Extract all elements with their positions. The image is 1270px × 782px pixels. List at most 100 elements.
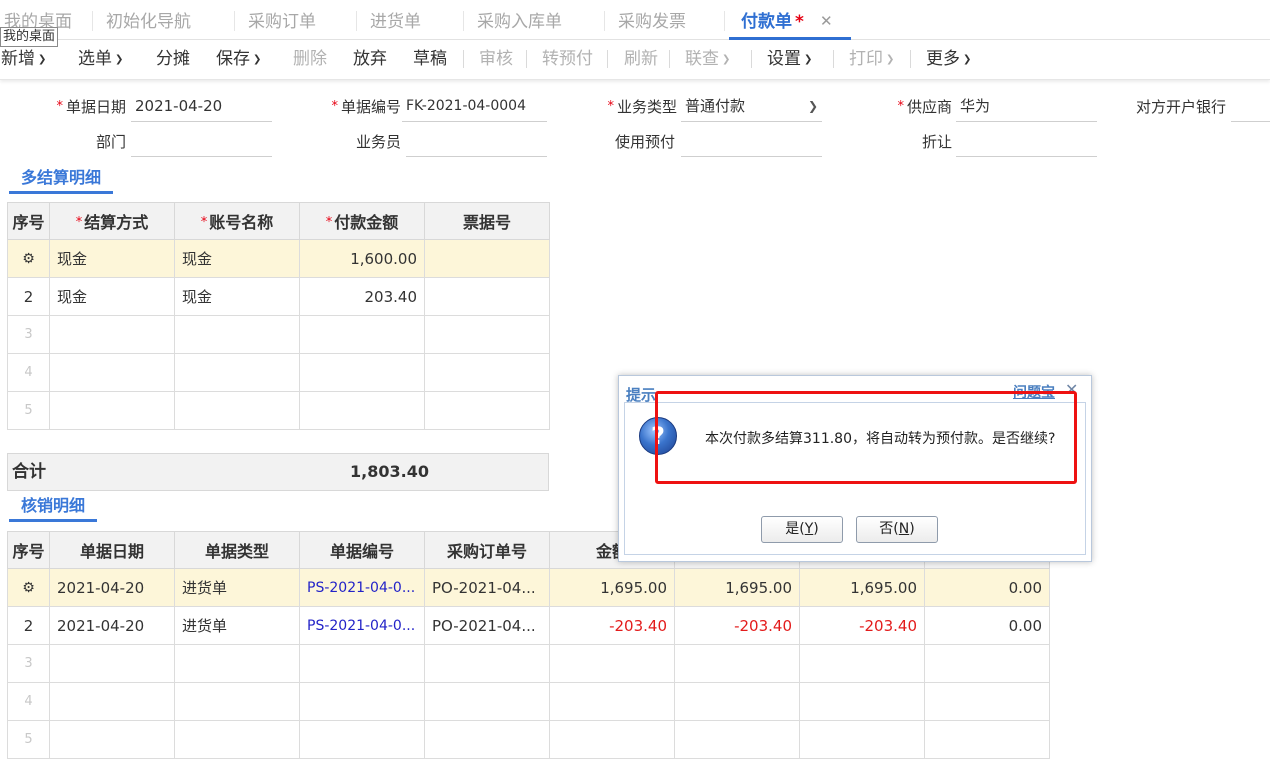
po-no-cell[interactable] bbox=[424, 720, 550, 759]
discard-button[interactable]: 放弃 bbox=[353, 40, 387, 78]
table-row[interactable]: 5 bbox=[7, 720, 1050, 759]
tab-purchase-invoice[interactable]: 采购发票 bbox=[618, 0, 686, 40]
gear-icon[interactable]: ⚙ bbox=[20, 579, 38, 597]
doc-no-field[interactable]: FK-2021-04-0004 bbox=[402, 94, 547, 122]
amount-cell[interactable]: 1,695.00 bbox=[799, 568, 925, 607]
close-icon[interactable]: ✕ bbox=[820, 12, 833, 30]
amount-cell[interactable] bbox=[799, 644, 925, 683]
amount-cell[interactable] bbox=[924, 644, 1050, 683]
amount-cell[interactable]: 1,695.00 bbox=[549, 568, 675, 607]
prepay-field[interactable] bbox=[681, 129, 822, 157]
doc-no-cell[interactable] bbox=[299, 644, 425, 683]
settings-button[interactable]: 设置 ❯ bbox=[767, 40, 812, 78]
table-row[interactable]: 5 bbox=[7, 391, 550, 430]
audit-button[interactable]: 审核 bbox=[479, 40, 513, 78]
settle-method-cell[interactable] bbox=[49, 315, 175, 354]
settle-method-cell[interactable] bbox=[49, 353, 175, 392]
print-button[interactable]: 打印 ❯ bbox=[849, 40, 894, 78]
table-row[interactable]: ⚙ 现金 现金 1,600.00 bbox=[7, 239, 550, 278]
save-button[interactable]: 保存 ❯ bbox=[216, 40, 261, 78]
bill-no-cell[interactable] bbox=[424, 391, 550, 430]
bill-no-cell[interactable] bbox=[424, 353, 550, 392]
doc-no-cell[interactable] bbox=[299, 682, 425, 721]
draft-button[interactable]: 草稿 bbox=[413, 40, 447, 78]
amount-cell[interactable] bbox=[674, 720, 800, 759]
tab-init-guide[interactable]: 初始化导航 bbox=[106, 0, 191, 40]
amount-cell[interactable] bbox=[674, 644, 800, 683]
po-no-cell[interactable]: PO-2021-04... bbox=[424, 606, 550, 645]
tab-stock-in[interactable]: 采购入库单 bbox=[477, 0, 562, 40]
clerk-field[interactable] bbox=[406, 129, 547, 157]
amount-cell[interactable]: 203.40 bbox=[299, 277, 425, 316]
amount-cell[interactable] bbox=[924, 682, 1050, 721]
amount-cell[interactable] bbox=[799, 682, 925, 721]
supplier-field[interactable]: 华为 bbox=[956, 94, 1097, 122]
doc-no-link[interactable]: PS-2021-04-0... bbox=[299, 606, 425, 645]
to-prepay-button[interactable]: 转预付 bbox=[542, 40, 593, 78]
account-cell[interactable] bbox=[174, 353, 300, 392]
bill-no-cell[interactable] bbox=[424, 277, 550, 316]
date-cell[interactable]: 2021-04-20 bbox=[49, 606, 175, 645]
tab-payment[interactable]: 付款单 * bbox=[729, 0, 851, 40]
amount-cell[interactable] bbox=[299, 391, 425, 430]
table-row[interactable]: 2 现金 现金 203.40 bbox=[7, 277, 550, 316]
settle-method-cell[interactable]: 现金 bbox=[49, 239, 175, 278]
po-no-cell[interactable] bbox=[424, 644, 550, 683]
amount-cell[interactable]: 1,695.00 bbox=[674, 568, 800, 607]
account-cell[interactable]: 现金 bbox=[174, 239, 300, 278]
doc-type-cell[interactable]: 进货单 bbox=[174, 568, 300, 607]
no-button[interactable]: 否(N) bbox=[856, 516, 938, 543]
date-cell[interactable] bbox=[49, 682, 175, 721]
select-button[interactable]: 选单 ❯ bbox=[78, 40, 123, 78]
account-cell[interactable]: 现金 bbox=[174, 277, 300, 316]
settle-method-cell[interactable]: 现金 bbox=[49, 277, 175, 316]
amount-cell[interactable]: 0.00 bbox=[924, 568, 1050, 607]
doc-no-link[interactable]: PS-2021-04-0... bbox=[299, 568, 425, 607]
amount-cell[interactable] bbox=[299, 315, 425, 354]
settlement-section-title[interactable]: 多结算明细 bbox=[9, 164, 114, 194]
doc-type-cell[interactable] bbox=[174, 682, 300, 721]
table-row[interactable]: 3 bbox=[7, 315, 550, 354]
amount-cell[interactable] bbox=[799, 720, 925, 759]
amount-cell[interactable] bbox=[549, 682, 675, 721]
table-row[interactable]: ⚙ 2021-04-20 进货单 PS-2021-04-0... PO-2021… bbox=[7, 568, 1050, 607]
amount-cell[interactable] bbox=[299, 353, 425, 392]
delete-button[interactable]: 删除 bbox=[293, 40, 327, 78]
table-row[interactable]: 2 2021-04-20 进货单 PS-2021-04-0... PO-2021… bbox=[7, 606, 1050, 645]
amount-cell[interactable]: -203.40 bbox=[674, 606, 800, 645]
account-cell[interactable] bbox=[174, 391, 300, 430]
tab-purchase-receipt[interactable]: 进货单 bbox=[370, 0, 421, 40]
gear-icon[interactable]: ⚙ bbox=[20, 250, 38, 268]
amount-cell[interactable]: -203.40 bbox=[549, 606, 675, 645]
table-row[interactable]: 4 bbox=[7, 682, 1050, 721]
date-cell[interactable] bbox=[49, 644, 175, 683]
discount-field[interactable] bbox=[956, 129, 1097, 157]
bill-no-cell[interactable] bbox=[424, 239, 550, 278]
row-gear-cell[interactable]: ⚙ bbox=[7, 239, 50, 278]
doc-type-cell[interactable]: 进货单 bbox=[174, 606, 300, 645]
tab-purchase-order[interactable]: 采购订单 bbox=[248, 0, 316, 40]
amount-cell[interactable] bbox=[924, 720, 1050, 759]
doc-no-cell[interactable] bbox=[299, 720, 425, 759]
doc-date-field[interactable]: 2021-04-20 bbox=[131, 94, 272, 122]
po-no-cell[interactable]: PO-2021-04... bbox=[424, 568, 550, 607]
yes-button[interactable]: 是(Y) bbox=[761, 516, 843, 543]
bill-no-cell[interactable] bbox=[424, 315, 550, 354]
row-gear-cell[interactable]: ⚙ bbox=[7, 568, 50, 607]
amount-cell[interactable]: 0.00 bbox=[924, 606, 1050, 645]
amount-cell[interactable] bbox=[549, 644, 675, 683]
amount-cell[interactable]: 1,600.00 bbox=[299, 239, 425, 278]
more-button[interactable]: 更多 ❯ bbox=[926, 40, 971, 78]
settle-method-cell[interactable] bbox=[49, 391, 175, 430]
table-row[interactable]: 3 bbox=[7, 644, 1050, 683]
amount-cell[interactable] bbox=[549, 720, 675, 759]
amount-cell[interactable] bbox=[674, 682, 800, 721]
table-row[interactable]: 4 bbox=[7, 353, 550, 392]
biz-type-select[interactable]: 普通付款 ❯ bbox=[681, 94, 822, 122]
date-cell[interactable] bbox=[49, 720, 175, 759]
dept-field[interactable] bbox=[131, 129, 272, 157]
po-no-cell[interactable] bbox=[424, 682, 550, 721]
amount-cell[interactable]: -203.40 bbox=[799, 606, 925, 645]
account-cell[interactable] bbox=[174, 315, 300, 354]
doc-type-cell[interactable] bbox=[174, 644, 300, 683]
